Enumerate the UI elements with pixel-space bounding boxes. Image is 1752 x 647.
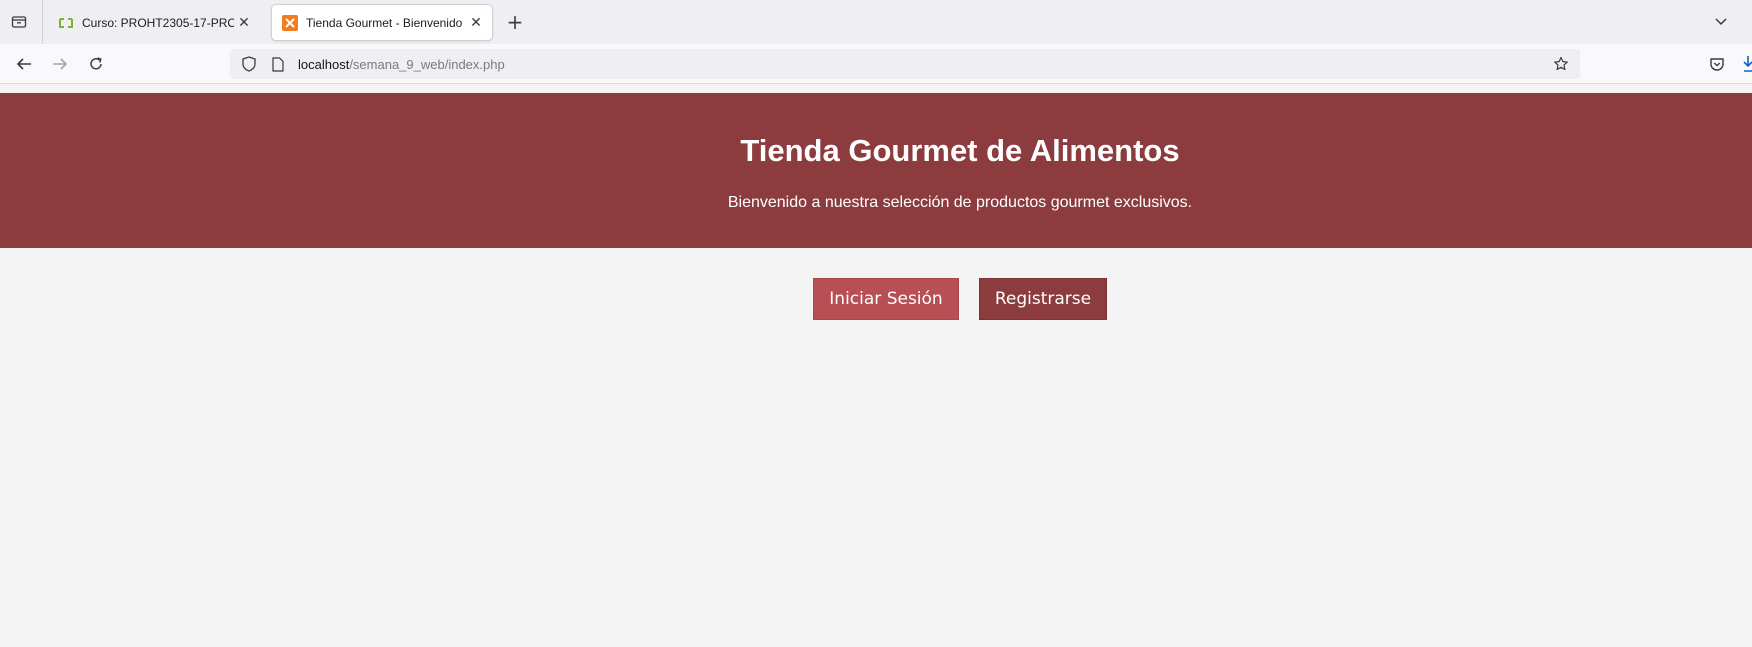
pocket-icon[interactable]: [1706, 53, 1728, 75]
tab-tienda-gourmet[interactable]: Tienda Gourmet - Bienvenido ✕: [272, 5, 492, 40]
close-icon[interactable]: ✕: [234, 13, 254, 33]
page-icon[interactable]: [270, 56, 286, 72]
tab-separator: [42, 0, 43, 44]
navigation-bar: localhost/semana_9_web/index.php: [0, 44, 1752, 84]
downloads-icon[interactable]: [1743, 54, 1752, 74]
tab-list-icon[interactable]: [8, 11, 30, 33]
back-arrow-icon[interactable]: [12, 52, 36, 76]
site-header: Tienda Gourmet de Alimentos Bienvenido a…: [0, 93, 1752, 248]
tab-title: Tienda Gourmet - Bienvenido: [306, 15, 463, 30]
xampp-icon: [282, 14, 298, 31]
login-button[interactable]: Iniciar Sesión: [813, 278, 959, 320]
tab-course[interactable]: Curso: PROHT2305-17-PROGRA ✕: [48, 5, 260, 40]
bookmark-star-icon[interactable]: [1552, 55, 1570, 73]
new-tab-icon[interactable]: +: [504, 10, 526, 34]
forward-arrow-icon[interactable]: [48, 52, 72, 76]
address-bar[interactable]: localhost/semana_9_web/index.php: [230, 49, 1580, 79]
chevron-down-icon[interactable]: [1710, 11, 1732, 33]
register-button[interactable]: Registrarse: [979, 278, 1107, 320]
url-host: localhost: [298, 56, 350, 72]
url-path: /semana_9_web/index.php: [349, 56, 505, 72]
close-icon[interactable]: ✕: [466, 13, 486, 33]
url-text[interactable]: localhost/semana_9_web/index.php: [298, 57, 505, 72]
page-subtitle: Bienvenido a nuestra selección de produc…: [727, 194, 1193, 211]
course-icon: [58, 15, 74, 31]
tab-strip: Curso: PROHT2305-17-PROGRA ✕ Tienda Gour…: [0, 0, 1752, 44]
page-title: Tienda Gourmet de Alimentos: [740, 133, 1180, 168]
tab-title: Curso: PROHT2305-17-PROGRA: [82, 15, 234, 30]
reload-icon[interactable]: [84, 52, 108, 76]
shield-icon[interactable]: [240, 55, 258, 73]
